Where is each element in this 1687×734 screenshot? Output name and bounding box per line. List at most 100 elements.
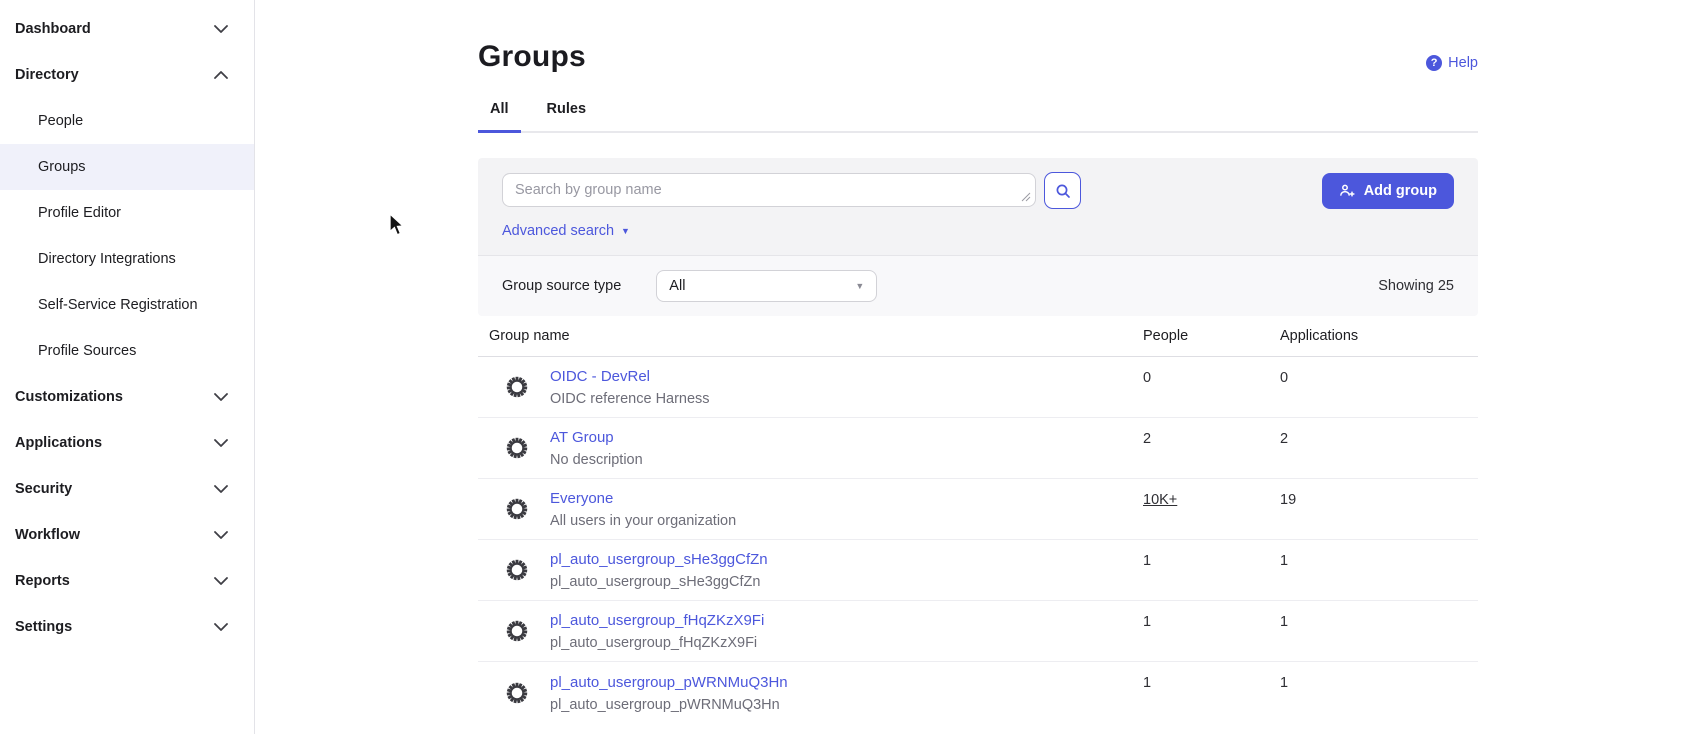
group-burst-icon — [505, 681, 529, 705]
add-group-icon — [1339, 183, 1356, 199]
people-count-link[interactable]: 10K+ — [1143, 492, 1177, 508]
sidebar-item-label: Reports — [15, 573, 70, 589]
group-name-link[interactable]: Everyone — [550, 490, 736, 507]
table-row: AT Group No description 2 2 — [478, 418, 1478, 479]
chevron-down-icon — [214, 393, 228, 401]
sidebar-item-applications[interactable]: Applications — [0, 420, 254, 466]
people-count: 1 — [1143, 540, 1280, 600]
chevron-down-icon — [214, 485, 228, 493]
people-count: 2 — [1143, 418, 1280, 478]
table-row: Everyone All users in your organization … — [478, 479, 1478, 540]
tab-all[interactable]: All — [478, 101, 521, 133]
search-icon — [1055, 183, 1071, 199]
chevron-down-icon — [214, 623, 228, 631]
sidebar-item-label: Profile Editor — [38, 205, 121, 221]
sidebar-item-label: Workflow — [15, 527, 80, 543]
sidebar-item-label: Security — [15, 481, 72, 497]
sidebar-item-label: Directory — [15, 67, 79, 83]
column-header-applications: Applications — [1280, 328, 1478, 344]
sidebar-item-label: Profile Sources — [38, 343, 136, 359]
applications-count: 1 — [1280, 601, 1478, 661]
page-title: Groups — [478, 40, 1478, 74]
sidebar-item-label: Customizations — [15, 389, 123, 405]
sidebar-item-label: Dashboard — [15, 21, 91, 37]
people-count: 1 — [1143, 662, 1280, 723]
showing-count: Showing 25 — [1378, 278, 1454, 294]
group-source-type-label: Group source type — [502, 278, 621, 294]
sidebar-item-customizations[interactable]: Customizations — [0, 374, 254, 420]
search-panel: Add group Advanced search ▼ Group source… — [478, 158, 1478, 316]
sidebar-item-reports[interactable]: Reports — [0, 558, 254, 604]
group-burst-icon — [505, 375, 529, 399]
chevron-down-icon — [214, 531, 228, 539]
sidebar-item-label: Applications — [15, 435, 102, 451]
sidebar-item-directory-integrations[interactable]: Directory Integrations — [0, 236, 254, 282]
people-count: 0 — [1143, 357, 1280, 417]
chevron-down-icon — [214, 439, 228, 447]
group-description: All users in your organization — [550, 513, 736, 529]
people-count: 1 — [1143, 601, 1280, 661]
search-input[interactable] — [502, 173, 1036, 207]
sidebar-item-profile-editor[interactable]: Profile Editor — [0, 190, 254, 236]
applications-count: 1 — [1280, 662, 1478, 723]
sidebar-item-people[interactable]: People — [0, 98, 254, 144]
applications-count: 0 — [1280, 357, 1478, 417]
select-value: All — [669, 278, 685, 294]
help-label: Help — [1448, 55, 1478, 71]
group-name-link[interactable]: pl_auto_usergroup_fHqZKzX9Fi — [550, 612, 764, 629]
add-group-label: Add group — [1364, 183, 1437, 199]
search-button[interactable] — [1044, 172, 1081, 209]
applications-count: 2 — [1280, 418, 1478, 478]
sidebar-item-settings[interactable]: Settings — [0, 604, 254, 650]
group-description: pl_auto_usergroup_sHe3ggCfZn — [550, 574, 768, 590]
sidebar-item-groups[interactable]: Groups — [0, 144, 254, 190]
applications-count: 19 — [1280, 479, 1478, 539]
sidebar-item-security[interactable]: Security — [0, 466, 254, 512]
group-burst-icon — [505, 619, 529, 643]
main-content: ? Help Groups All Rules — [255, 0, 1687, 734]
groups-table: Group name People Applications OIDC - De… — [478, 316, 1478, 723]
sidebar-item-label: People — [38, 113, 83, 129]
advanced-search-label: Advanced search — [502, 223, 614, 239]
chevron-up-icon — [214, 71, 228, 79]
table-row: OIDC - DevRel OIDC reference Harness 0 0 — [478, 357, 1478, 418]
sidebar-item-dashboard[interactable]: Dashboard — [0, 6, 254, 52]
sidebar-item-label: Directory Integrations — [38, 251, 176, 267]
column-header-group-name: Group name — [478, 328, 1143, 344]
help-link[interactable]: ? Help — [1426, 55, 1478, 71]
group-description: pl_auto_usergroup_pWRNMuQ3Hn — [550, 697, 788, 713]
tab-rules[interactable]: Rules — [535, 101, 599, 133]
question-mark-icon: ? — [1426, 55, 1442, 71]
sidebar-item-label: Self-Service Registration — [38, 297, 198, 313]
sidebar-item-label: Settings — [15, 619, 72, 635]
caret-down-icon: ▼ — [621, 226, 630, 236]
caret-down-icon: ▼ — [855, 281, 864, 291]
column-header-people: People — [1143, 328, 1280, 344]
group-description: No description — [550, 452, 643, 468]
group-burst-icon — [505, 436, 529, 460]
group-burst-icon — [505, 497, 529, 521]
group-description: OIDC reference Harness — [550, 391, 710, 407]
group-name-link[interactable]: AT Group — [550, 429, 643, 446]
advanced-search-link[interactable]: Advanced search ▼ — [502, 223, 630, 239]
table-row: pl_auto_usergroup_fHqZKzX9Fi pl_auto_use… — [478, 601, 1478, 662]
table-row: pl_auto_usergroup_pWRNMuQ3Hn pl_auto_use… — [478, 662, 1478, 723]
add-group-button[interactable]: Add group — [1322, 173, 1454, 209]
group-burst-icon — [505, 558, 529, 582]
tab-bar: All Rules — [478, 101, 1478, 133]
sidebar-item-directory[interactable]: Directory — [0, 52, 254, 98]
chevron-down-icon — [214, 577, 228, 585]
sidebar-item-workflow[interactable]: Workflow — [0, 512, 254, 558]
sidebar-item-self-service-registration[interactable]: Self-Service Registration — [0, 282, 254, 328]
admin-console: Dashboard Directory People Groups Profil… — [0, 0, 1687, 734]
group-description: pl_auto_usergroup_fHqZKzX9Fi — [550, 635, 764, 651]
group-name-link[interactable]: pl_auto_usergroup_pWRNMuQ3Hn — [550, 674, 788, 691]
table-header: Group name People Applications — [478, 316, 1478, 357]
sidebar: Dashboard Directory People Groups Profil… — [0, 0, 255, 734]
group-name-link[interactable]: OIDC - DevRel — [550, 368, 710, 385]
group-source-type-select[interactable]: All ▼ — [656, 270, 877, 302]
sidebar-item-profile-sources[interactable]: Profile Sources — [0, 328, 254, 374]
group-name-link[interactable]: pl_auto_usergroup_sHe3ggCfZn — [550, 551, 768, 568]
applications-count: 1 — [1280, 540, 1478, 600]
sidebar-item-label: Groups — [38, 159, 86, 175]
